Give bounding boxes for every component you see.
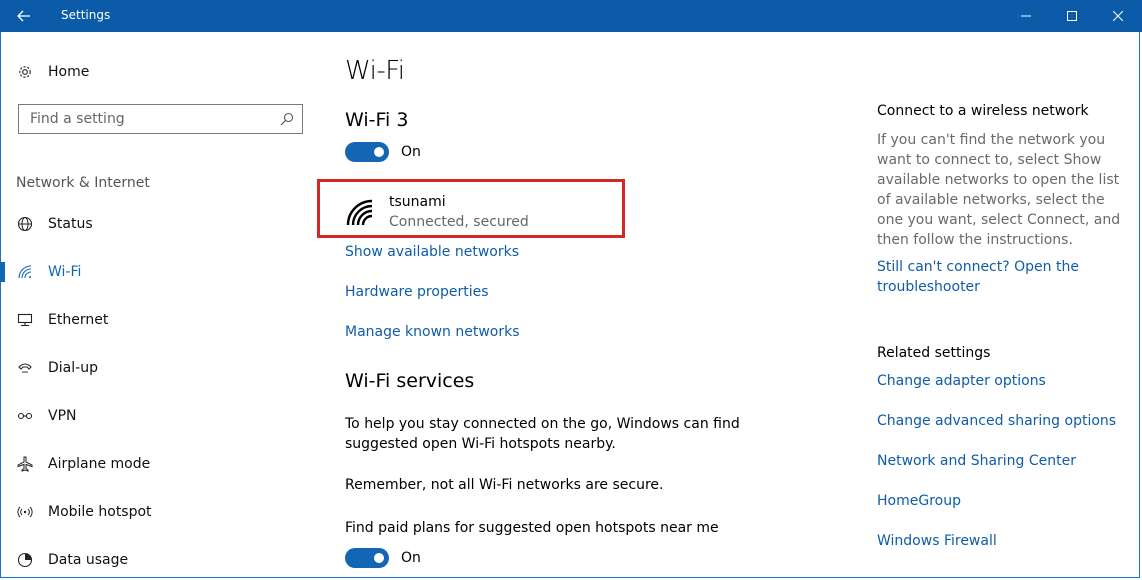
sidebar-item-dialup[interactable]: Dial-up <box>0 348 320 388</box>
sharing-center-link[interactable]: Network and Sharing Center <box>877 453 1076 469</box>
paid-plans-toggle-label: On <box>401 550 421 566</box>
search-input[interactable] <box>28 105 272 133</box>
toggle-knob <box>374 553 384 563</box>
dialup-icon <box>16 359 34 377</box>
sidebar-item-label: Home <box>48 64 90 80</box>
network-status: Connected, secured <box>389 214 529 230</box>
back-button[interactable] <box>0 0 48 32</box>
sidebar-item-ethernet[interactable]: Ethernet <box>0 300 320 340</box>
sidebar-item-vpn[interactable]: VPN <box>0 396 320 436</box>
close-icon <box>1113 11 1123 21</box>
windows-firewall-link[interactable]: Windows Firewall <box>877 533 997 549</box>
title-bar: Settings <box>0 0 1142 32</box>
airplane-icon <box>16 455 34 473</box>
wifi-signal-icon <box>345 198 375 230</box>
close-button[interactable] <box>1095 0 1141 32</box>
services-title: Wi-Fi services <box>345 370 475 392</box>
maximize-icon <box>1067 11 1077 21</box>
search-icon[interactable] <box>280 111 294 130</box>
troubleshooter-link[interactable]: Still can't connect? Open the troublesho… <box>877 257 1097 297</box>
data-usage-icon <box>16 551 34 569</box>
paid-plans-toggle[interactable] <box>345 548 389 568</box>
wifi-toggle[interactable] <box>345 142 389 162</box>
window-title: Settings <box>61 8 111 22</box>
wifi-icon <box>16 263 34 281</box>
search-box[interactable] <box>18 104 303 134</box>
show-networks-link[interactable]: Show available networks <box>345 244 519 260</box>
network-name: tsunami <box>389 194 446 210</box>
sidebar-item-home[interactable]: Home <box>0 52 320 92</box>
wifi-toggle-label: On <box>401 144 421 160</box>
related-settings-title: Related settings <box>877 345 991 361</box>
security-warning: Remember, not all Wi-Fi networks are sec… <box>345 477 664 493</box>
paid-plans-label: Find paid plans for suggested open hotsp… <box>345 520 719 536</box>
services-description: To help you stay connected on the go, Wi… <box>345 416 740 452</box>
gear-icon <box>16 63 34 81</box>
sidebar-item-label: Airplane mode <box>48 456 151 472</box>
sidebar-item-label: Status <box>48 216 93 232</box>
sidebar-item-hotspot[interactable]: Mobile hotspot <box>0 492 320 532</box>
sidebar-item-status[interactable]: Status <box>0 204 320 244</box>
manage-networks-link[interactable]: Manage known networks <box>345 324 520 340</box>
minimize-icon <box>1021 15 1031 17</box>
sidebar-item-wifi[interactable]: Wi-Fi <box>0 252 320 292</box>
vpn-icon <box>16 407 34 425</box>
back-arrow-icon <box>17 10 30 22</box>
connect-title: Connect to a wireless network <box>877 103 1089 119</box>
minimize-button[interactable] <box>1003 0 1049 32</box>
sidebar-item-label: Wi-Fi <box>48 264 82 280</box>
adapter-title: Wi-Fi 3 <box>345 109 409 131</box>
sidebar-item-airplane[interactable]: Airplane mode <box>0 444 320 484</box>
sidebar-item-label: Mobile hotspot <box>48 504 152 520</box>
connect-description: If you can't find the network you want t… <box>877 132 1121 248</box>
globe-icon <box>16 215 34 233</box>
sidebar-section-label: Network & Internet <box>16 175 150 191</box>
sidebar-item-label: Ethernet <box>48 312 109 328</box>
advanced-sharing-link[interactable]: Change advanced sharing options <box>877 413 1116 429</box>
sidebar-item-label: Data usage <box>48 552 129 568</box>
sidebar-item-data-usage[interactable]: Data usage <box>0 540 320 580</box>
sidebar-item-label: Dial-up <box>48 360 98 376</box>
ethernet-icon <box>16 311 34 329</box>
change-adapter-options-link[interactable]: Change adapter options <box>877 373 1046 389</box>
toggle-knob <box>374 147 384 157</box>
hardware-properties-link[interactable]: Hardware properties <box>345 284 489 300</box>
page-title: Wi-Fi <box>345 56 405 86</box>
sidebar-item-label: VPN <box>48 408 77 424</box>
hotspot-icon <box>16 503 34 521</box>
maximize-button[interactable] <box>1049 0 1095 32</box>
homegroup-link[interactable]: HomeGroup <box>877 493 961 509</box>
